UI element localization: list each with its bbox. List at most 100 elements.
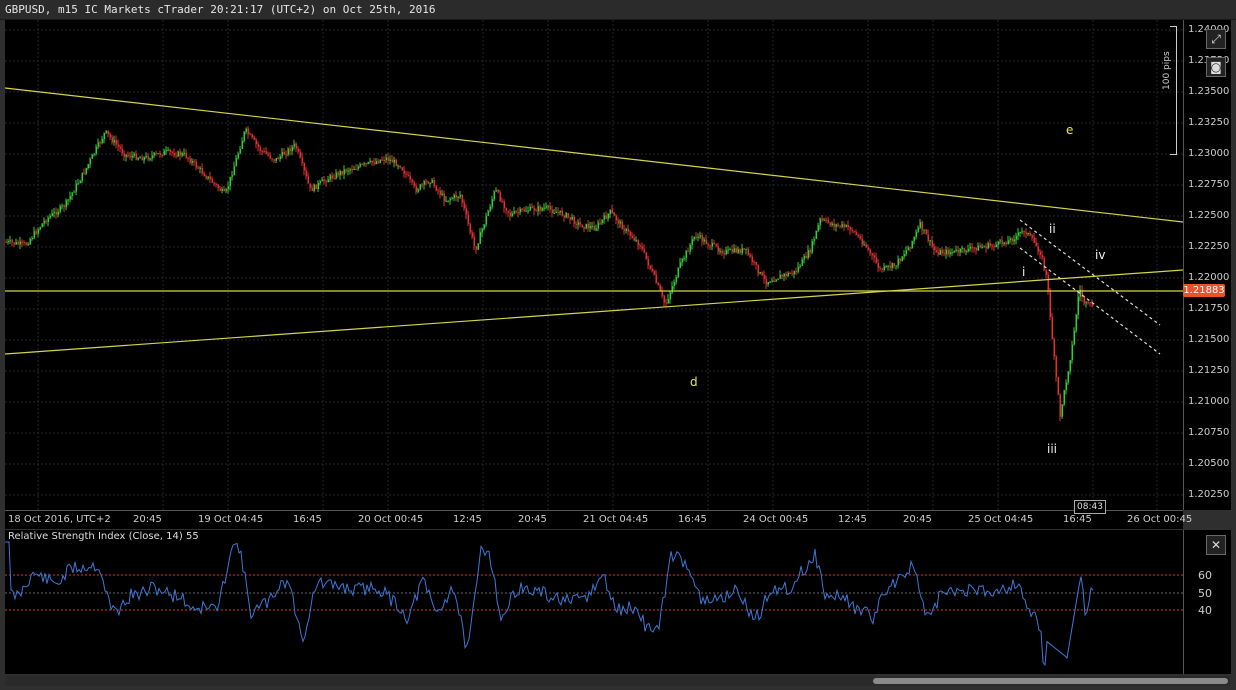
candle-body	[973, 247, 976, 249]
camera-icon[interactable]: ◙	[1206, 57, 1226, 77]
candle-body	[117, 144, 120, 147]
time-tick-label: 21 Oct 04:45	[583, 514, 649, 525]
candle-body	[587, 223, 590, 229]
candle-body	[69, 195, 72, 200]
time-tick-label: 12:45	[838, 514, 867, 525]
candle-body	[987, 243, 990, 249]
candle-body	[247, 128, 250, 135]
candle-body	[811, 241, 814, 253]
candle-body	[1013, 239, 1016, 242]
candle-body	[895, 265, 898, 267]
candle-body	[409, 175, 412, 180]
candle-body	[485, 215, 488, 225]
candle-body	[829, 222, 832, 226]
candle-body	[793, 270, 796, 274]
candle-body	[947, 249, 950, 255]
candle-body	[451, 198, 454, 200]
candle-body	[389, 159, 392, 161]
candle-body	[75, 183, 78, 192]
candle-body	[151, 155, 154, 159]
lower-trendline[interactable]	[5, 269, 1183, 355]
candle-body	[721, 251, 724, 254]
candle-body	[573, 216, 576, 224]
candle-body	[59, 205, 62, 212]
candle-body	[613, 212, 616, 216]
candle-body	[873, 255, 876, 258]
candle-body	[113, 140, 116, 143]
candle-body	[879, 267, 882, 269]
candle-body	[635, 240, 638, 242]
time-tick-label: 20:45	[518, 514, 547, 525]
price-axis[interactable]: 1.240001.237501.235001.232501.230001.227…	[1170, 20, 1231, 510]
candle-body	[611, 209, 614, 213]
candle-body	[691, 239, 694, 245]
candle-body	[155, 152, 158, 154]
candle-body	[435, 185, 438, 191]
candle-body	[387, 157, 390, 161]
candle-body	[203, 173, 206, 177]
time-axis[interactable]: 18 Oct 2016, UTC+2 20:45 19 Oct 04:45 16:45…	[5, 510, 1192, 529]
candle-body	[751, 256, 754, 263]
candle-body	[243, 131, 246, 141]
candle-body	[549, 206, 552, 210]
candle-body	[265, 151, 268, 154]
candle-body	[991, 245, 994, 247]
candle-body	[1011, 238, 1014, 242]
candle-body	[757, 265, 760, 274]
price-tick-label: 1.22000	[1188, 272, 1230, 283]
candle-body	[173, 153, 176, 156]
time-tick-label: 25 Oct 04:45	[968, 514, 1034, 525]
candle-body	[693, 236, 696, 240]
wave-label-i: i	[1022, 265, 1026, 279]
candle-body	[71, 192, 74, 196]
candle-body	[609, 209, 612, 214]
candle-body	[331, 175, 334, 179]
candle-body	[1025, 232, 1028, 235]
candle-body	[559, 210, 562, 213]
candle-body	[321, 179, 324, 182]
price-tick-label: 1.21000	[1188, 396, 1230, 407]
candle-body	[391, 159, 394, 163]
candle-body	[589, 226, 592, 229]
candle-body	[379, 159, 382, 163]
candle-body	[651, 268, 654, 272]
trendlines[interactable]	[5, 87, 1183, 355]
candle-body	[197, 167, 200, 169]
candle-body	[705, 239, 708, 244]
candle-body	[223, 189, 226, 192]
candle-body	[525, 210, 528, 212]
candle-body	[801, 259, 804, 266]
candle-body	[975, 248, 978, 251]
channel-lower-line[interactable]	[1019, 247, 1161, 355]
price-tick-label: 1.23500	[1188, 86, 1230, 97]
candle-body	[715, 244, 718, 247]
candle-body	[701, 235, 704, 242]
candle-body	[647, 258, 650, 266]
candle-body	[891, 263, 894, 268]
candle-body	[641, 246, 644, 249]
candle-body	[1057, 377, 1060, 395]
candle-body	[557, 211, 560, 213]
candle-body	[483, 224, 486, 229]
candle-body	[429, 182, 432, 184]
rsi-pane[interactable]: Relative Strength Index (Close, 14) 55	[5, 530, 1183, 674]
candle-body	[507, 210, 510, 213]
time-tick-label: 18 Oct 2016, UTC+2	[8, 514, 111, 525]
horizontal-scrollbar[interactable]	[5, 676, 1230, 686]
candle-body	[263, 151, 266, 153]
candle-body	[687, 250, 690, 252]
candle-body	[727, 249, 730, 251]
time-tick-label: 26 Oct 00:45	[1127, 514, 1193, 525]
candle-body	[865, 244, 868, 248]
candle-body	[731, 249, 734, 252]
current-time-tag: 08:43	[1074, 500, 1106, 514]
price-chart-pane[interactable]: e d i ii iii iv	[5, 20, 1183, 510]
expand-icon[interactable]: ⤢	[1206, 29, 1226, 49]
close-icon[interactable]: ✕	[1206, 535, 1226, 555]
price-chart-canvas[interactable]	[5, 20, 1183, 510]
candle-body	[371, 160, 374, 163]
scrollbar-thumb[interactable]	[873, 678, 1228, 684]
candle-body	[123, 153, 126, 157]
candle-body	[805, 255, 808, 259]
candle-body	[295, 143, 298, 149]
